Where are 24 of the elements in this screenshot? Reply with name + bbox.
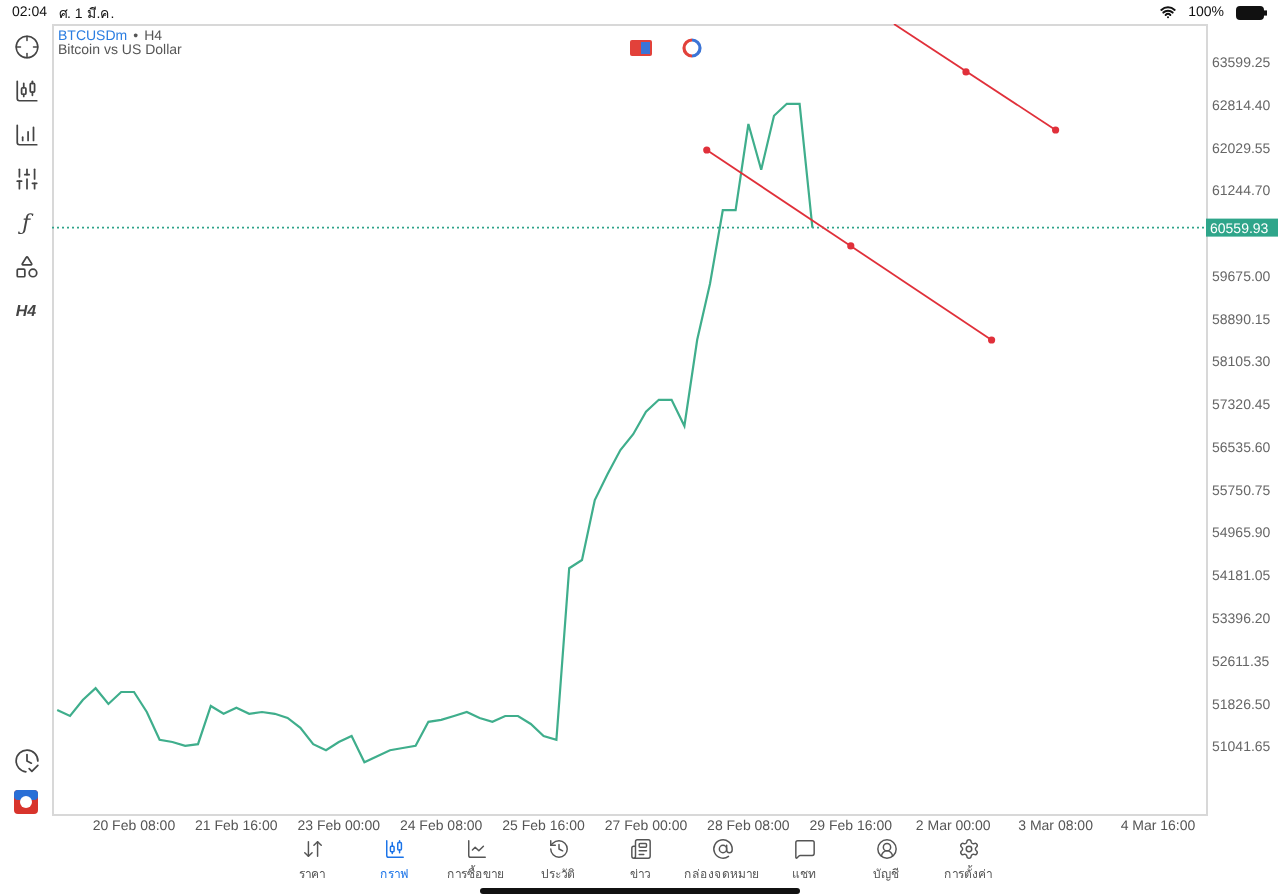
crosshair-icon[interactable] [12, 32, 40, 60]
candlestick-icon[interactable] [12, 76, 40, 104]
line-chart-icon [465, 838, 487, 860]
toggle-icon[interactable] [630, 40, 652, 56]
newspaper-icon [629, 838, 651, 860]
chat-icon [793, 838, 815, 860]
function-button[interactable]: ƒ [12, 208, 40, 236]
timeframe-button[interactable]: H4 [12, 296, 40, 324]
battery-icon [1236, 5, 1268, 19]
ring-icon[interactable] [682, 38, 702, 58]
candlestick-icon [383, 838, 405, 860]
wifi-icon [1160, 4, 1177, 20]
at-sign-icon [711, 838, 733, 860]
sliders-icon[interactable] [12, 164, 40, 192]
history-icon [547, 838, 569, 860]
arrows-icon [301, 838, 323, 860]
settings-icon [957, 838, 979, 860]
trend-line[interactable] [703, 146, 996, 344]
trend-line[interactable] [893, 24, 1060, 134]
user-icon [875, 838, 897, 860]
app-logo-icon[interactable] [14, 790, 38, 814]
bar-chart-icon[interactable] [12, 120, 40, 148]
shapes-icon[interactable] [12, 252, 40, 280]
clock-check-icon[interactable] [12, 746, 40, 774]
